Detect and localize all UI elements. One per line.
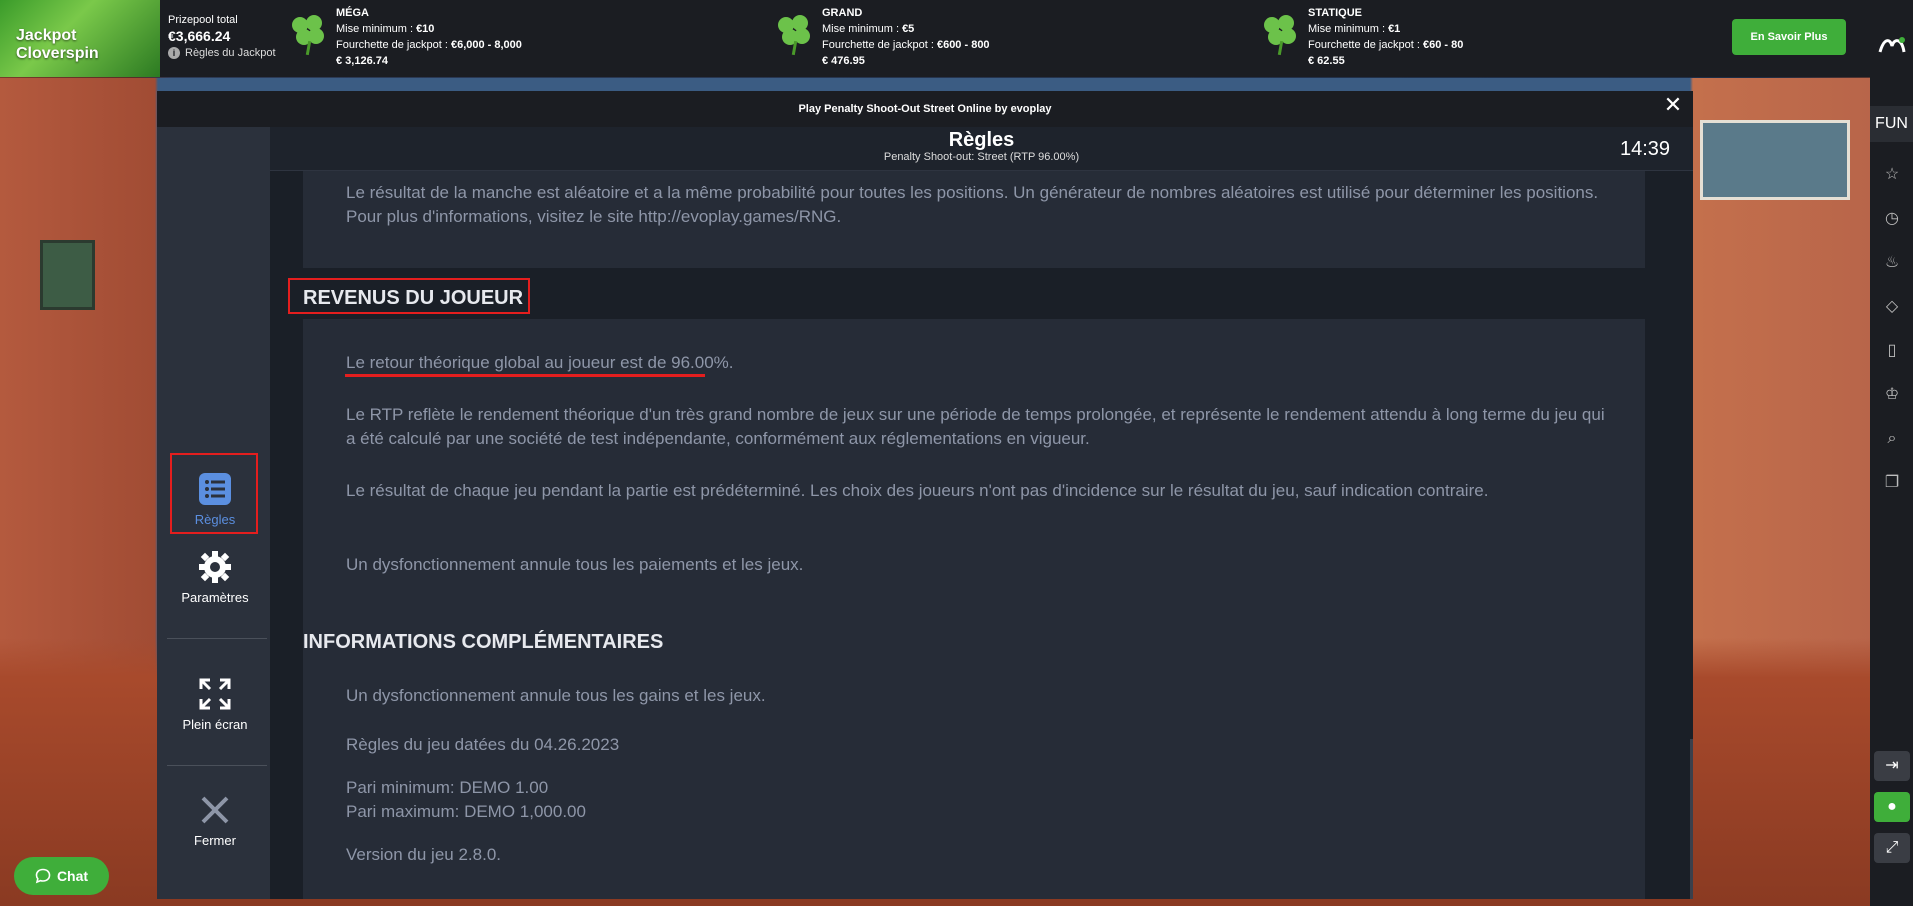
info-heading: INFORMATIONS COMPLÉMENTAIRES — [303, 631, 664, 653]
right-sidebar: FUN ☆ ◷ ♨ ◇ ▯ ♔ ⌕ ❐ ⇥ ● ⤢ — [1870, 0, 1913, 906]
clock: 14:39 — [1620, 138, 1671, 160]
rtp-paragraph-1: Le RTP reflète le rendement théorique d'… — [346, 405, 1605, 448]
rtp-paragraph-3: Un dysfonctionnement annule tous les pai… — [346, 555, 804, 574]
tier-name: MÉGA — [336, 7, 369, 19]
jackpot-title: Jackpot Cloverspin — [16, 27, 99, 62]
rtp-paragraph-2: Le résultat de chaque jeu pendant la par… — [346, 481, 1489, 500]
tier-name: STATIQUE — [1308, 7, 1362, 19]
menu-fullscreen[interactable]: Plein écran — [165, 677, 265, 732]
rtp-underline — [345, 374, 705, 377]
fullscreen-icon[interactable]: ⤢ — [1874, 833, 1910, 863]
tier-range-label: Fourchette de jackpot : — [336, 39, 451, 51]
tier-range-value: €60 - 80 — [1422, 39, 1464, 51]
jackpot-logo: Jackpot Cloverspin — [0, 0, 160, 77]
background-balcony — [1700, 120, 1850, 200]
chat-label: Chat — [56, 868, 89, 884]
tier-min-value: €5 — [902, 23, 915, 35]
jackpot-tier-mega: MÉGA Mise minimum : €10 Fourchette de ja… — [290, 5, 522, 69]
close-icon — [201, 796, 229, 824]
modal-title-bar: Play Penalty Shoot-Out Street Online by … — [157, 91, 1693, 127]
user-icon[interactable]: ● — [1874, 792, 1910, 822]
rules-content: Règles Penalty Shoot-out: Street (RTP 96… — [270, 127, 1693, 899]
rules-highlight-box — [170, 453, 258, 534]
copy-icon[interactable]: ❐ — [1883, 474, 1901, 492]
prizepool-amount: €3,666.24 — [168, 28, 231, 44]
expand-icon — [199, 678, 231, 710]
info-max-bet: Pari maximum: DEMO 1,000.00 — [346, 802, 586, 821]
login-icon[interactable]: ⇥ — [1874, 751, 1910, 781]
prizepool-label: Prizepool total — [168, 14, 238, 26]
info-icon: i — [168, 47, 180, 59]
menu-close[interactable]: Fermer — [165, 793, 265, 848]
close-icon[interactable]: ✕ — [1661, 93, 1685, 117]
jackpot-bar: Jackpot Cloverspin Prizepool total €3,66… — [0, 0, 1870, 77]
jackpot-tier-statique: STATIQUE Mise minimum : €1 Fourchette de… — [1262, 5, 1463, 69]
clock-icon[interactable]: ◷ — [1883, 210, 1901, 228]
tier-amount: € 62.55 — [1308, 55, 1345, 67]
tier-min-value: €10 — [416, 23, 435, 35]
clover-icon — [1262, 13, 1298, 57]
menu-fullscreen-label: Plein écran — [182, 717, 248, 732]
rng-panel: Le résultat de la manche est aléatoire e… — [303, 171, 1645, 268]
content-scrollbar[interactable] — [1690, 739, 1693, 899]
heading-highlight-box — [288, 278, 530, 314]
tier-range-value: €6,000 - 8,000 — [450, 39, 522, 51]
menu-divider — [167, 638, 267, 639]
star-icon[interactable]: ☆ — [1883, 166, 1901, 184]
trophy-icon[interactable]: ♔ — [1883, 386, 1901, 404]
tier-min-label: Mise minimum : — [822, 23, 903, 35]
info-version: Version du jeu 2.8.0. — [346, 845, 502, 864]
tier-range-label: Fourchette de jackpot : — [822, 39, 937, 51]
fire-icon[interactable]: ♨ — [1883, 254, 1901, 272]
tier-name: GRAND — [822, 7, 863, 19]
tier-min-label: Mise minimum : — [1308, 23, 1389, 35]
rules-title: Règles — [948, 129, 1015, 151]
tier-min-value: €1 — [1388, 23, 1401, 35]
clover-icon — [776, 13, 812, 57]
bookmark-icon[interactable]: ▯ — [1883, 342, 1901, 360]
gear-icon — [199, 551, 231, 583]
tier-range-value: €600 - 800 — [936, 39, 990, 51]
modal-window-title: Play Penalty Shoot-Out Street Online by … — [798, 103, 1052, 115]
background-window — [40, 240, 95, 310]
tier-min-label: Mise minimum : — [336, 23, 417, 35]
search-icon[interactable]: ⌕ — [1883, 430, 1901, 448]
menu-divider — [167, 765, 267, 766]
fun-mode-label[interactable]: FUN — [1870, 106, 1913, 142]
jackpot-rules-label: Règles du Jackpot — [185, 47, 276, 59]
clover-icon — [290, 13, 326, 57]
info-panel: Un dysfonctionnement annule tous les gai… — [303, 664, 1645, 899]
tier-amount: € 476.95 — [822, 55, 865, 67]
menu-settings-label: Paramètres — [181, 590, 249, 605]
tier-amount: € 3,126.74 — [336, 55, 388, 67]
rtp-line: Le retour théorique global au joueur est… — [346, 353, 734, 372]
info-malfunction: Un dysfonctionnement annule tous les gai… — [346, 686, 766, 705]
info-min-bet: Pari minimum: DEMO 1.00 — [346, 778, 549, 797]
tier-range-label: Fourchette de jackpot : — [1308, 39, 1423, 51]
menu-close-label: Fermer — [194, 833, 236, 848]
more-info-button[interactable]: En Savoir Plus — [1732, 19, 1846, 55]
rules-subtitle: Penalty Shoot-out: Street (RTP 96.00%) — [883, 151, 1080, 163]
info-rules-date: Règles du jeu datées du 04.26.2023 — [346, 735, 620, 754]
chat-bubble-icon — [35, 868, 51, 884]
jackpot-rules-link[interactable]: i Règles du Jackpot — [168, 47, 276, 59]
rng-paragraph: Le résultat de la manche est aléatoire e… — [346, 183, 1599, 226]
diamond-icon[interactable]: ◇ — [1883, 298, 1901, 316]
rules-header: Règles Penalty Shoot-out: Street (RTP 96… — [270, 127, 1693, 171]
site-logo[interactable] — [1876, 34, 1908, 58]
jackpot-tier-grand: GRAND Mise minimum : €5 Fourchette de ja… — [776, 5, 990, 69]
prizepool: Prizepool total €3,666.24 i Règles du Ja… — [168, 14, 276, 59]
menu-settings[interactable]: Paramètres — [165, 550, 265, 605]
chat-button[interactable]: Chat — [14, 857, 109, 895]
